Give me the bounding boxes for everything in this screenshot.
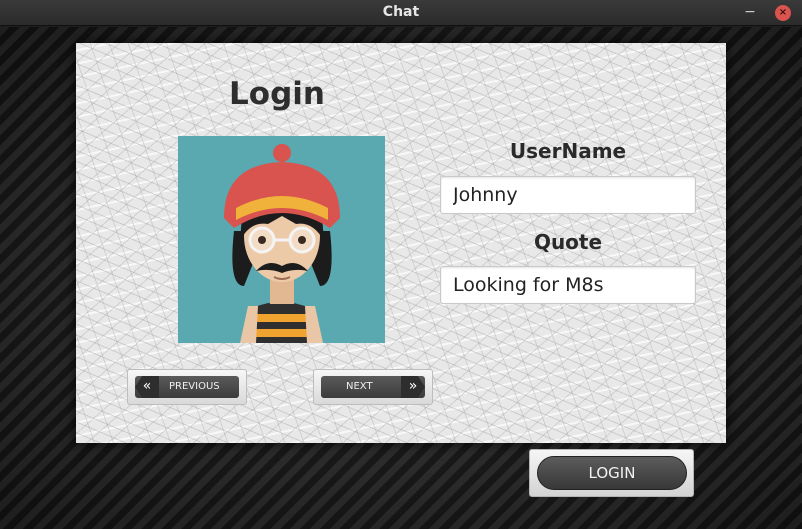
window-title: Chat	[382, 4, 420, 20]
quote-label: Quote	[533, 230, 603, 254]
login-button-frame: LOGIN	[529, 449, 694, 497]
title-bar: Chat − ×	[0, 0, 802, 26]
avatar-image	[224, 144, 340, 343]
previous-button[interactable]: « PREVIOUS	[127, 369, 247, 405]
page-title: Login	[229, 76, 325, 112]
double-chevron-right-icon: »	[401, 376, 425, 398]
double-chevron-left-icon: «	[135, 376, 159, 398]
close-icon[interactable]: ×	[775, 5, 791, 21]
minimize-icon[interactable]: −	[742, 3, 758, 21]
previous-label: PREVIOUS	[169, 381, 220, 392]
next-label: NEXT	[346, 381, 373, 392]
login-card: Login « PREVIOUS NEXT » UserName Johnny …	[76, 43, 726, 443]
next-button[interactable]: NEXT »	[313, 369, 433, 405]
username-field[interactable]	[440, 176, 696, 214]
next-button-face[interactable]: NEXT »	[321, 376, 425, 398]
avatar	[178, 136, 385, 343]
login-button[interactable]: LOGIN	[537, 456, 687, 490]
username-label: UserName	[509, 139, 627, 163]
quote-field[interactable]	[440, 266, 696, 304]
window-background: Login « PREVIOUS NEXT » UserName Johnny …	[0, 27, 802, 529]
previous-button-face[interactable]: « PREVIOUS	[135, 376, 239, 398]
